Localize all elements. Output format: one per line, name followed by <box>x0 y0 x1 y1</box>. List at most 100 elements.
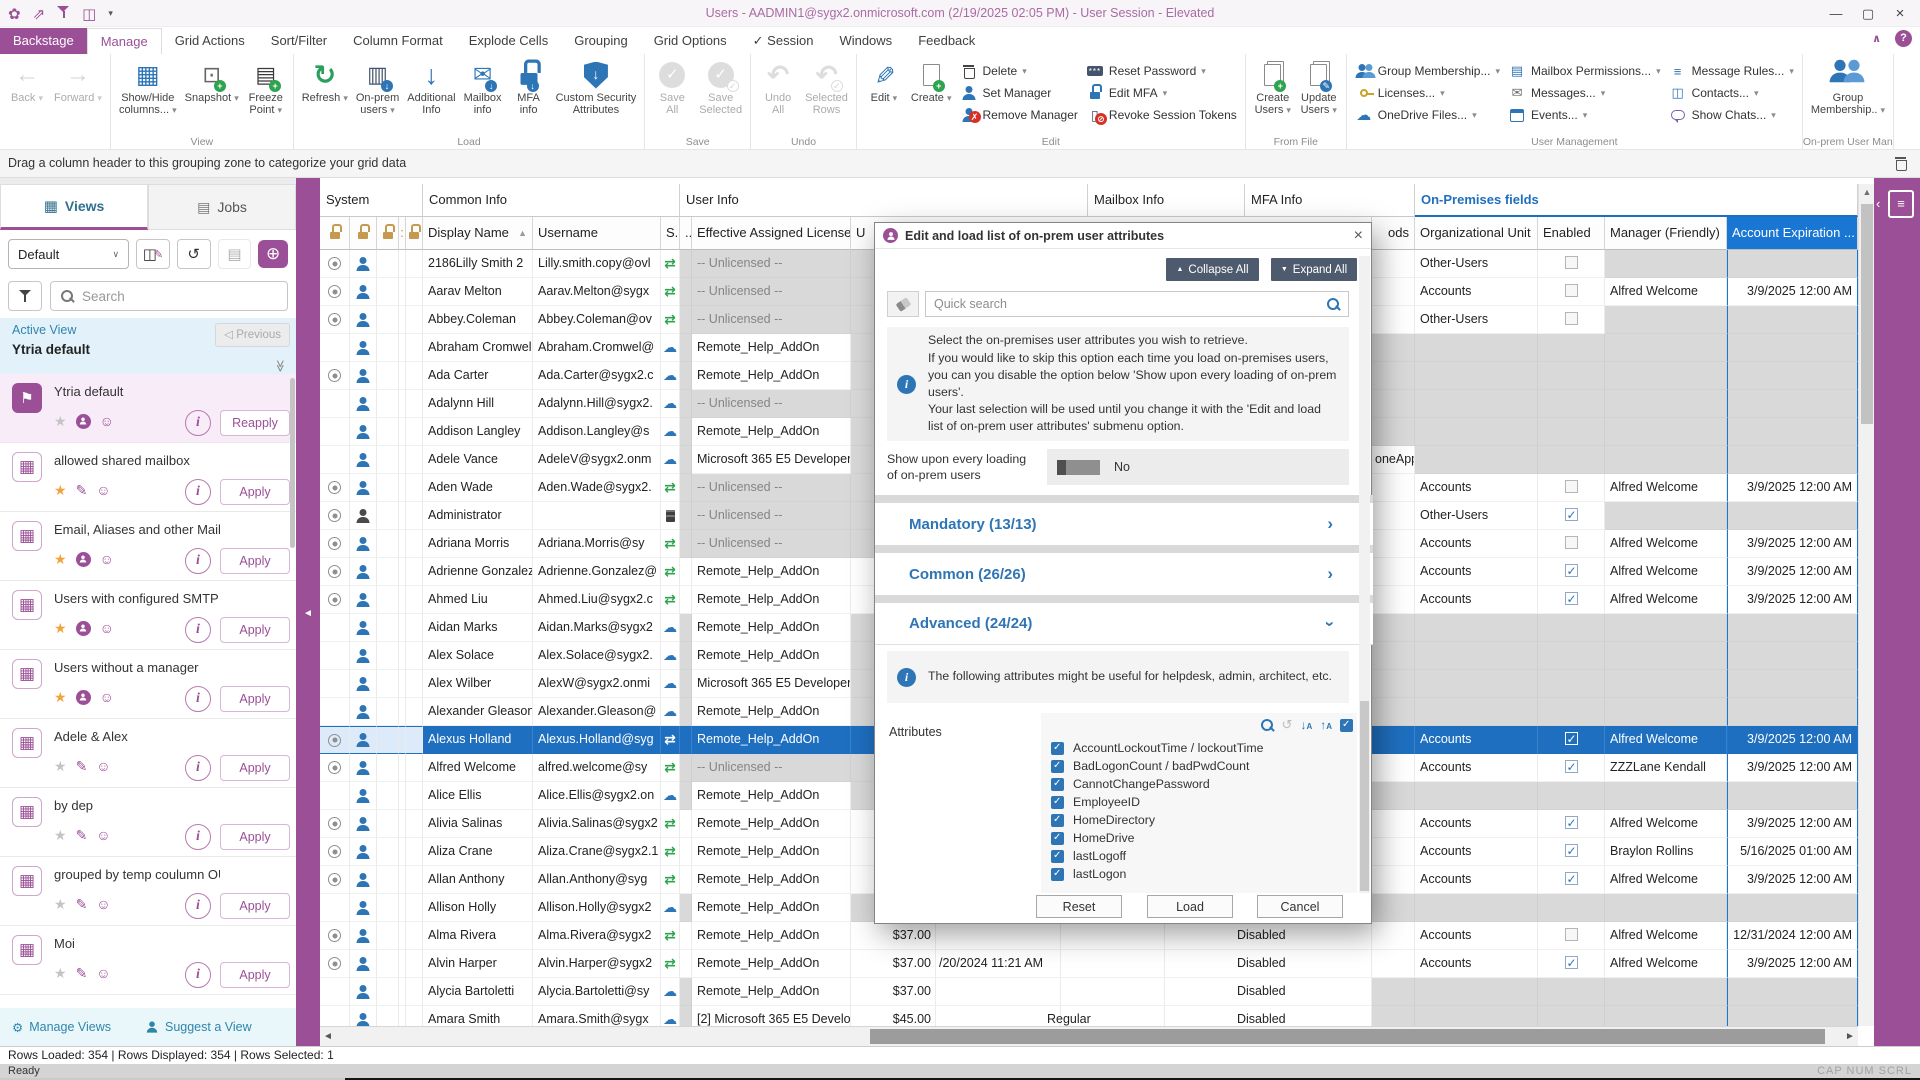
show-on-load-toggle[interactable] <box>1057 460 1100 475</box>
clear-grouping-trash-icon[interactable] <box>1895 157 1906 170</box>
help-icon[interactable]: ? <box>1895 30 1912 47</box>
enabled-checkbox[interactable] <box>1565 312 1578 325</box>
dialog-scrollbar[interactable] <box>1359 256 1370 893</box>
tab-backstage[interactable]: Backstage <box>0 28 87 54</box>
enabled-checkbox[interactable] <box>1565 480 1578 493</box>
section-common[interactable]: Common (26/26)› <box>875 553 1373 595</box>
scroll-left-icon[interactable]: ◄ <box>320 1027 336 1046</box>
cell-row-selector[interactable] <box>320 334 350 362</box>
reset-button[interactable]: Reset <box>1036 895 1122 918</box>
cell-row-selector[interactable] <box>320 670 350 698</box>
enabled-checkbox[interactable] <box>1565 760 1578 773</box>
expand-all-button[interactable]: ▼Expand All <box>1271 258 1357 281</box>
apply-view-button[interactable]: Apply <box>220 479 290 505</box>
previous-view-button[interactable]: ◁ Previous <box>215 323 290 347</box>
revoke-session-tokens-button[interactable]: ▯⊘Revoke Session Tokens <box>1083 105 1240 125</box>
create-users-button[interactable]: +CreateUsers ▾ <box>1251 58 1295 132</box>
horizontal-scroll-thumb[interactable] <box>870 1029 1825 1044</box>
header-lock-icon[interactable] <box>320 217 350 250</box>
view-info-button[interactable]: i <box>185 479 211 505</box>
favorite-star-icon[interactable]: ★ <box>54 620 67 637</box>
header-lock-icon[interactable] <box>350 217 377 250</box>
message-rules--button[interactable]: ≡Message Rules...▾ <box>1666 61 1797 81</box>
selected-rows-button[interactable]: ↶✓SelectedRows <box>802 58 851 132</box>
mailbox-permissions--button[interactable]: ▤Mailbox Permissions...▾ <box>1505 61 1664 81</box>
cell-row-selector[interactable] <box>320 586 350 614</box>
apply-view-button[interactable]: Apply <box>220 893 290 919</box>
collapse-panel-icon[interactable]: ◄ <box>303 608 313 619</box>
enabled-checkbox[interactable] <box>1565 536 1578 549</box>
attr-reset-icon[interactable]: ↺ <box>1282 717 1293 733</box>
view-item[interactable]: ▦by dep★✎☺iApply <box>0 788 296 857</box>
show-chats--button[interactable]: Show Chats...▾ <box>1666 105 1797 125</box>
header-methods-partial[interactable]: ods <box>1372 217 1415 250</box>
panel-tab-views[interactable]: ▦Views <box>0 184 148 230</box>
refresh-views-button[interactable]: ↺ <box>177 239 211 269</box>
cell-row-selector[interactable] <box>320 810 350 838</box>
onedrive-files--button[interactable]: ☁OneDrive Files...▾ <box>1352 105 1503 125</box>
view-item[interactable]: ▦Adele & Alex★✎☺iApply <box>0 719 296 788</box>
enabled-checkbox[interactable] <box>1565 564 1578 577</box>
delete-button[interactable]: Delete▾ <box>957 61 1081 81</box>
cell-row-selector[interactable] <box>320 558 350 586</box>
mfa-info-button[interactable]: ↓MFAinfo <box>507 58 551 132</box>
reset-password-button[interactable]: ***Reset Password▾ <box>1083 61 1240 81</box>
collapse-active-view-icon[interactable]: ≫ <box>274 360 288 371</box>
attribute-checkbox[interactable] <box>1051 742 1064 755</box>
tab-grid-options[interactable]: Grid Options <box>641 28 740 54</box>
tab-windows[interactable]: Windows <box>826 28 905 54</box>
column-group-mfa-info[interactable]: MFA Info <box>1245 184 1415 217</box>
header-more[interactable]: ... <box>680 217 692 250</box>
cell-row-selector[interactable] <box>320 726 350 754</box>
freeze-point-button[interactable]: ▤+FreezePoint ▾ <box>244 58 288 132</box>
header-manager-friendly[interactable]: Manager (Friendly) <box>1605 217 1727 250</box>
group-membership--button[interactable]: GroupMembership.. ▾ <box>1808 58 1888 132</box>
favorite-star-icon[interactable]: ★ <box>54 482 67 499</box>
save-view-button[interactable]: ▤ <box>218 239 252 269</box>
dialog-close-icon[interactable]: × <box>1354 228 1363 244</box>
table-row[interactable]: Alycia BartolettiAlycia.Bartoletti@sy☁Re… <box>320 978 1858 1006</box>
view-info-button[interactable]: i <box>185 548 211 574</box>
favorite-star-icon[interactable]: ★ <box>54 551 67 568</box>
cell-row-selector[interactable] <box>320 922 350 950</box>
attribute-checkbox[interactable] <box>1051 760 1064 773</box>
sort-za-icon[interactable]: ↑A <box>1320 718 1332 732</box>
tab-sort-filter[interactable]: Sort/Filter <box>258 28 340 54</box>
enabled-checkbox[interactable] <box>1565 592 1578 605</box>
cell-row-selector[interactable] <box>320 866 350 894</box>
enabled-checkbox[interactable] <box>1565 284 1578 297</box>
tab-explode-cells[interactable]: Explode Cells <box>456 28 562 54</box>
group-membership--button[interactable]: Group Membership...▾ <box>1352 61 1503 81</box>
column-group-user-info[interactable]: User Info <box>680 184 1088 217</box>
enabled-checkbox[interactable] <box>1565 256 1578 269</box>
table-row[interactable]: Alma RiveraAlma.Rivera@sygx2⇄Remote_Help… <box>320 922 1858 950</box>
edit-button[interactable]: ✎Edit ▾ <box>862 58 906 132</box>
header-colon[interactable]: : <box>399 217 406 250</box>
expand-right-panel-icon[interactable]: ‹ <box>1876 196 1880 211</box>
snapshot-button[interactable]: ⊡+Snapshot ▾ <box>182 58 242 132</box>
events--button[interactable]: Events...▾ <box>1505 105 1664 125</box>
column-list-icon[interactable]: ≡ <box>1888 190 1914 218</box>
tab-session[interactable]: ✓ Session <box>740 28 827 54</box>
view-info-button[interactable]: i <box>185 686 211 712</box>
table-row[interactable]: Alvin HarperAlvin.Harper@sygx2⇄Remote_He… <box>320 950 1858 978</box>
cell-row-selector[interactable] <box>320 642 350 670</box>
column-group-mailbox-info[interactable]: Mailbox Info <box>1088 184 1245 217</box>
enabled-checkbox[interactable] <box>1565 816 1578 829</box>
scroll-up-icon[interactable]: ▲ <box>1859 184 1875 200</box>
back-button[interactable]: ←Back ▾ <box>5 58 49 132</box>
apply-view-button[interactable]: Apply <box>220 686 290 712</box>
remove-manager-button[interactable]: ✗Remove Manager <box>957 105 1081 125</box>
messages--button[interactable]: ✉Messages...▾ <box>1505 83 1664 103</box>
clear-search-button[interactable] <box>887 291 919 317</box>
on-prem-users-button[interactable]: ▥↓On-premusers ▾ <box>353 58 402 132</box>
save-selected-button[interactable]: ✓✓SaveSelected <box>696 58 745 132</box>
cell-row-selector[interactable] <box>320 390 350 418</box>
cell-row-selector[interactable] <box>320 754 350 782</box>
cell-row-selector[interactable] <box>320 446 350 474</box>
attribute-checkbox[interactable] <box>1051 814 1064 827</box>
cell-row-selector[interactable] <box>320 250 350 278</box>
copy-columns-icon[interactable]: ◫ <box>82 5 96 23</box>
header-lock-icon[interactable] <box>377 217 399 250</box>
view-item[interactable]: ▦Users without a manager★☺iApply <box>0 650 296 719</box>
